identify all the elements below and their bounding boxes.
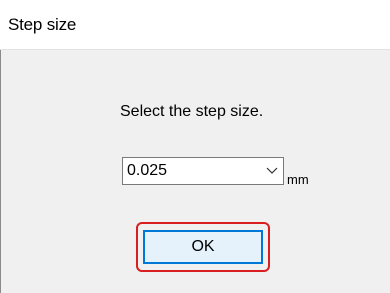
ok-button-label: OK [191, 238, 215, 255]
chevron-down-icon[interactable] [265, 165, 279, 177]
title-bar[interactable]: Step size [0, 0, 390, 50]
step-size-dialog: Step size Select the step size. 0.025 mm… [0, 0, 390, 293]
dialog-title: Step size [8, 15, 77, 34]
step-size-prompt: Select the step size. [120, 103, 264, 120]
ok-button[interactable]: OK [143, 230, 263, 264]
step-size-dropdown[interactable]: 0.025 [122, 157, 284, 185]
unit-label: mm [287, 172, 309, 187]
step-size-value: 0.025 [127, 162, 168, 179]
window-border [0, 50, 1, 293]
